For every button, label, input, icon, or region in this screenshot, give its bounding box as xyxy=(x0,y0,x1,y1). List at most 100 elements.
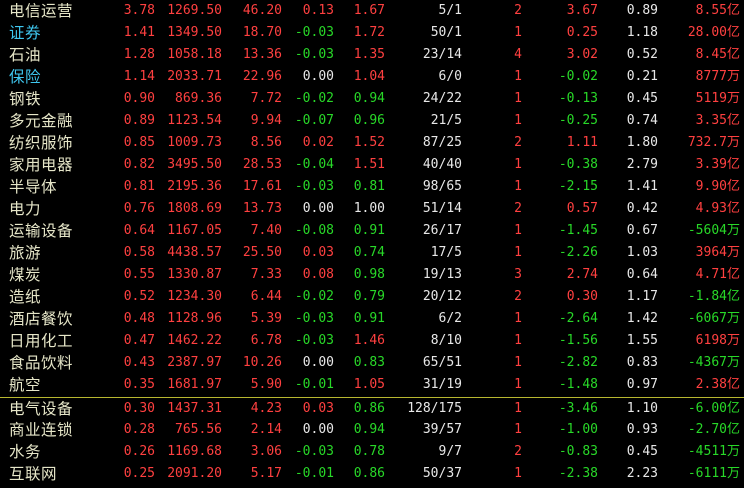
index-price-number: 1269.50 xyxy=(167,3,222,18)
sector-name[interactable]: 家用电器 xyxy=(9,154,73,176)
sector-row[interactable]: 商业连锁 0.28 765.56 2.14 0.00 0.94 39/57 1 -1.00 0.9… xyxy=(0,419,744,441)
sector-name[interactable]: 保险 xyxy=(9,66,41,88)
sector-row[interactable]: 旅游 0.58 4438.57 25.50 0.03 0.74 17/5 1 -2.26 1.03… xyxy=(0,242,744,264)
five-day-change-value: -0.13 xyxy=(559,88,598,110)
sector-name[interactable]: 互联网 xyxy=(9,463,57,485)
sector-row[interactable]: 电气设备 0.30 1437.31 4.23 0.03 0.86 128/175 1 -3.46… xyxy=(0,397,744,420)
sector-row[interactable]: 造纸 0.52 1234.30 6.44 -0.02 0.79 20/12 2 0.30 1.17… xyxy=(0,286,744,308)
index-price-value: 2033.71 xyxy=(167,66,222,88)
speed-number: -0.08 xyxy=(294,223,334,238)
sector-row[interactable]: 互联网 0.25 2091.20 5.17 -0.01 0.86 50/37 1 -2.38 2.… xyxy=(0,463,744,485)
sector-name[interactable]: 水务 xyxy=(9,441,41,463)
change-points-value: 28.53 xyxy=(243,154,282,176)
change-points-number: 46.20 xyxy=(242,3,282,18)
net-inflow-number: -6067 xyxy=(687,311,727,326)
five-day-change-number: 0.30 xyxy=(566,289,598,304)
index-price-value: 2195.36 xyxy=(167,176,222,198)
change-points-value: 6.78 xyxy=(251,330,282,352)
up-down-count-value: 21/5 xyxy=(431,110,462,132)
sector-name[interactable]: 纺织服饰 xyxy=(9,132,73,154)
sector-row[interactable]: 电力 0.76 1808.69 13.73 0.00 1.00 51/14 2 0.57 0.42… xyxy=(0,198,744,220)
turnover-rate-number: 2.23 xyxy=(626,466,658,481)
index-price-number: 869.36 xyxy=(175,91,222,106)
speed-number: -0.03 xyxy=(294,333,334,348)
up-down-count-value: 5/1 xyxy=(439,0,462,22)
net-inflow-unit: 万 xyxy=(726,135,740,150)
sector-row[interactable]: 钢铁 0.90 869.36 7.72 -0.02 0.94 24/22 1 -0.13 0.45… xyxy=(0,88,744,110)
net-inflow-value: -2.70亿 xyxy=(688,419,740,441)
volume-ratio-value: 0.96 xyxy=(354,110,385,132)
up-down-count-value: 65/51 xyxy=(423,352,462,374)
net-inflow-value: -6111万 xyxy=(688,463,740,485)
sector-name[interactable]: 半导体 xyxy=(9,176,57,198)
sector-name[interactable]: 证券 xyxy=(9,22,41,44)
five-day-change-number: -2.38 xyxy=(558,466,598,481)
consecutive-days-number: 1 xyxy=(514,245,522,260)
change-points-value: 10.26 xyxy=(243,352,282,374)
change-percent-number: 0.52 xyxy=(123,289,155,304)
sector-name[interactable]: 石油 xyxy=(9,44,41,66)
consecutive-days-number: 2 xyxy=(514,3,522,18)
sector-row[interactable]: 半导体 0.81 2195.36 17.61 -0.03 0.81 98/65 1 -2.15 1… xyxy=(0,176,744,198)
sector-name[interactable]: 酒店餐饮 xyxy=(9,308,73,330)
net-inflow-number: -6111 xyxy=(687,466,727,481)
sector-name[interactable]: 日用化工 xyxy=(9,330,73,352)
sector-row[interactable]: 食品饮料 0.43 2387.97 10.26 0.00 0.83 65/51 1 -2.82 0… xyxy=(0,352,744,374)
sector-name[interactable]: 旅游 xyxy=(9,242,41,264)
sector-name[interactable]: 多元金融 xyxy=(9,110,73,132)
net-inflow-unit: 亿 xyxy=(726,113,740,128)
index-price-value: 1269.50 xyxy=(167,0,222,22)
sector-row[interactable]: 日用化工 0.47 1462.22 6.78 -0.03 1.46 8/10 1 -1.56 1.… xyxy=(0,330,744,352)
sector-name[interactable]: 电力 xyxy=(9,198,41,220)
sector-name[interactable]: 钢铁 xyxy=(9,88,41,110)
net-inflow-number: 4.93 xyxy=(695,201,727,216)
change-points-value: 5.17 xyxy=(251,463,282,485)
turnover-rate-value: 1.03 xyxy=(627,242,658,264)
change-percent-number: 0.47 xyxy=(123,333,155,348)
sector-name[interactable]: 电信运营 xyxy=(9,0,73,22)
turnover-rate-value: 1.55 xyxy=(627,330,658,352)
net-inflow-value: 3964万 xyxy=(696,242,740,264)
turnover-rate-number: 0.52 xyxy=(626,47,658,62)
speed-value: 0.00 xyxy=(303,198,334,220)
speed-number: -0.07 xyxy=(294,113,334,128)
speed-number: -0.03 xyxy=(294,444,334,459)
consecutive-days-number: 1 xyxy=(514,355,522,370)
sector-row[interactable]: 石油 1.28 1058.18 13.36 -0.03 1.35 23/14 4 3.02 0.5… xyxy=(0,44,744,66)
net-inflow-unit: 万 xyxy=(726,311,740,326)
five-day-change-number: -2.64 xyxy=(558,311,598,326)
change-points-value: 9.94 xyxy=(251,110,282,132)
sector-name[interactable]: 食品饮料 xyxy=(9,352,73,374)
index-price-number: 1167.05 xyxy=(167,223,222,238)
five-day-change-number: 0.57 xyxy=(566,201,598,216)
turnover-rate-value: 0.67 xyxy=(627,220,658,242)
sector-row[interactable]: 保险 1.14 2033.71 22.96 0.00 1.04 6/0 1 -0.02 0.21 8… xyxy=(0,66,744,88)
sector-name[interactable]: 造纸 xyxy=(9,286,41,308)
volume-ratio-number: 0.94 xyxy=(353,91,385,106)
up-down-count-value: 17/5 xyxy=(431,242,462,264)
sector-name[interactable]: 商业连锁 xyxy=(9,419,73,441)
change-points-number: 9.94 xyxy=(250,113,282,128)
sector-row[interactable]: 航空 0.35 1681.97 5.90 -0.01 1.05 31/19 1 -1.48 0.9… xyxy=(0,374,744,396)
sector-row[interactable]: 酒店餐饮 0.48 1128.96 5.39 -0.03 0.91 6/2 1 -2.64 1.4… xyxy=(0,308,744,330)
sector-name[interactable]: 运输设备 xyxy=(9,220,73,242)
sector-name[interactable]: 煤炭 xyxy=(9,264,41,286)
sector-row[interactable]: 电信运营 3.78 1269.50 46.20 0.13 1.67 5/1 2 3.67 0.89… xyxy=(0,0,744,22)
volume-ratio-value: 0.91 xyxy=(354,220,385,242)
five-day-change-value: 3.67 xyxy=(567,0,598,22)
consecutive-days-value: 1 xyxy=(514,419,522,441)
sector-row[interactable]: 纺织服饰 0.85 1009.73 8.56 0.02 1.52 87/25 2 1.11 1.8… xyxy=(0,132,744,154)
sector-row[interactable]: 煤炭 0.55 1330.87 7.33 0.08 0.98 19/13 3 2.74 0.64 4… xyxy=(0,264,744,286)
sector-row[interactable]: 证券 1.41 1349.50 18.70 -0.03 1.72 50/1 1 0.25 1.18… xyxy=(0,22,744,44)
sector-name[interactable]: 电气设备 xyxy=(9,398,73,420)
change-points-number: 3.06 xyxy=(250,444,282,459)
sector-row[interactable]: 运输设备 0.64 1167.05 7.40 -0.08 0.91 26/17 1 -1.45 0… xyxy=(0,220,744,242)
sector-name[interactable]: 航空 xyxy=(9,374,41,396)
net-inflow-unit: 万 xyxy=(726,444,740,459)
sector-row[interactable]: 多元金融 0.89 1123.54 9.94 -0.07 0.96 21/5 1 -0.25 0.… xyxy=(0,110,744,132)
net-inflow-unit: 亿 xyxy=(726,157,740,172)
sector-row[interactable]: 家用电器 0.82 3495.50 28.53 -0.04 1.51 40/40 1 -0.38… xyxy=(0,154,744,176)
change-points-number: 6.44 xyxy=(250,289,282,304)
change-percent-number: 0.25 xyxy=(123,466,155,481)
sector-row[interactable]: 水务 0.26 1169.68 3.06 -0.03 0.78 9/7 2 -0.83 0.45 -… xyxy=(0,441,744,463)
